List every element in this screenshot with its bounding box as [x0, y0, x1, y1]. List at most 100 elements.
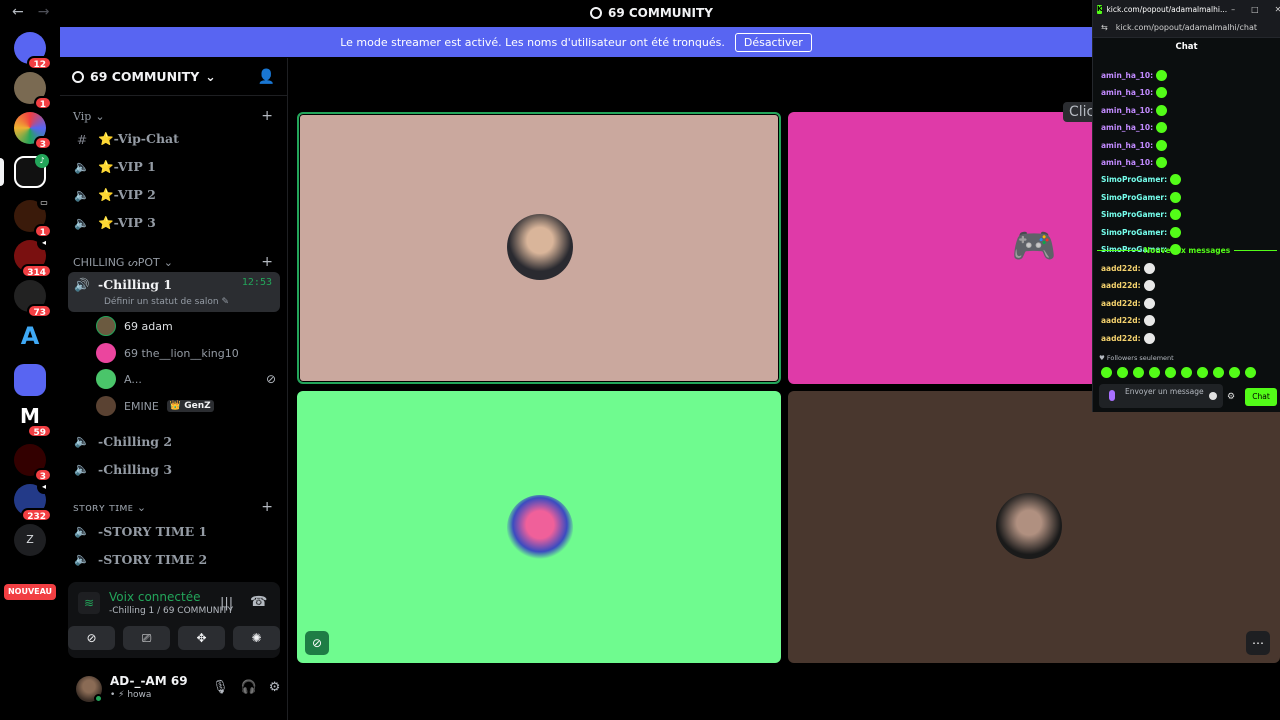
- kick-chat-message[interactable]: aadd22d:: [1101, 297, 1155, 309]
- chat-username[interactable]: amin_ha_10:: [1101, 88, 1153, 97]
- chat-username[interactable]: aadd22d:: [1101, 281, 1141, 290]
- emote-icon[interactable]: [1229, 367, 1240, 378]
- channel-vip-3[interactable]: 🔈 ⭐-VIP 3: [68, 210, 280, 236]
- channel-story-time-1[interactable]: 🔈 -STORY TIME 1: [68, 518, 280, 544]
- video-tile-brown[interactable]: ⋯: [788, 391, 1280, 663]
- add-channel-icon[interactable]: +: [261, 254, 273, 270]
- add-channel-icon[interactable]: +: [261, 499, 273, 515]
- category-vip[interactable]: Vip ⌄ +: [73, 108, 273, 124]
- activities-button[interactable]: ✥: [178, 626, 225, 650]
- chat-username[interactable]: amin_ha_10:: [1101, 141, 1153, 150]
- category-story-time[interactable]: ꜱᴛᴏʀʏ ᴛɪᴍᴇ ⌄ +: [73, 499, 273, 515]
- server-icon-5[interactable]: ◂ 314: [14, 236, 52, 278]
- disable-streamer-mode-button[interactable]: Désactiver: [734, 32, 812, 52]
- server-icon-2[interactable]: 3: [14, 112, 52, 150]
- send-chat-button[interactable]: Chat: [1245, 388, 1277, 406]
- kick-chat-message[interactable]: SimoProGamer:: [1101, 209, 1182, 221]
- channel-vip-chat[interactable]: # ⭐-Vip-Chat: [68, 126, 280, 152]
- camera-off-button[interactable]: ⊘: [68, 626, 115, 650]
- chat-username[interactable]: SimoProGamer:: [1101, 228, 1167, 237]
- kick-chat-message[interactable]: aadd22d:: [1101, 263, 1155, 274]
- server-icon-69-community[interactable]: ♪: [14, 154, 49, 188]
- voice-status-channel[interactable]: -Chilling 1 / 69 COMMUNITY: [109, 606, 233, 616]
- chat-username[interactable]: SimoProGamer:: [1101, 210, 1167, 219]
- server-icon-4[interactable]: ▭ 1: [14, 196, 52, 238]
- kick-url-bar[interactable]: ⇆ kick.com/popout/adamalmalhi/chat: [1093, 18, 1280, 38]
- voice-member[interactable]: EMINE 👑 GenZ: [96, 395, 276, 417]
- emote-icon[interactable]: [1213, 367, 1224, 378]
- kick-chat-message[interactable]: aadd22d:: [1101, 315, 1155, 327]
- voice-status-title[interactable]: Voix connectée: [109, 590, 200, 604]
- kick-chat-message[interactable]: amin_ha_10:: [1101, 87, 1168, 99]
- emote-icon[interactable]: [1181, 367, 1192, 378]
- chat-username[interactable]: amin_ha_10:: [1101, 158, 1153, 167]
- microphone-icon[interactable]: 🎙: [212, 680, 229, 695]
- kick-chat-message[interactable]: amin_ha_10:: [1101, 104, 1168, 116]
- chat-username[interactable]: amin_ha_10:: [1101, 71, 1153, 80]
- kick-chat-message[interactable]: amin_ha_10:: [1101, 122, 1168, 134]
- channel-chilling-1[interactable]: 🔊 -Chilling 1 12:53 Définir un statut de…: [68, 272, 280, 312]
- video-tile-speaking[interactable]: [297, 112, 781, 384]
- server-icon-6[interactable]: 73: [14, 280, 52, 318]
- kick-chat-message[interactable]: aadd22d:: [1101, 332, 1155, 344]
- voice-member[interactable]: 69 adam: [96, 315, 276, 337]
- add-channel-icon[interactable]: +: [261, 108, 273, 124]
- channel-chilling-3[interactable]: 🔈 -Chilling 3: [68, 456, 280, 482]
- kick-chat-message[interactable]: SimoProGamer:: [1101, 226, 1182, 238]
- emoji-picker-icon[interactable]: [1209, 392, 1217, 400]
- kick-chat-message[interactable]: amin_ha_10:: [1101, 70, 1168, 81]
- invite-user-icon[interactable]: 👤: [258, 69, 275, 85]
- guild-header[interactable]: 69 COMMUNITY ⌄ 👤: [60, 58, 287, 96]
- server-icon-8[interactable]: 3: [14, 444, 52, 482]
- server-icon-1[interactable]: 1: [14, 72, 52, 110]
- minimize-icon[interactable]: –: [1231, 5, 1235, 14]
- forward-arrow-icon[interactable]: →: [38, 4, 50, 20]
- folder-icon[interactable]: [14, 364, 46, 396]
- channel-story-time-2[interactable]: 🔈 -STORY TIME 2: [68, 546, 280, 572]
- chat-username[interactable]: amin_ha_10:: [1101, 123, 1153, 132]
- server-icon-9[interactable]: ◂ 232: [14, 480, 52, 522]
- emote-icon[interactable]: [1117, 367, 1128, 378]
- emote-icon[interactable]: [1165, 367, 1176, 378]
- emote-icon[interactable]: [1149, 367, 1160, 378]
- emote-icon[interactable]: [1197, 367, 1208, 378]
- kick-chat-message[interactable]: amin_ha_10:: [1101, 157, 1168, 168]
- chat-username[interactable]: SimoProGamer:: [1101, 193, 1167, 202]
- soundboard-button[interactable]: ✺: [233, 626, 280, 650]
- user-name[interactable]: AD-_-AM 69: [110, 674, 188, 688]
- chat-username[interactable]: aadd22d:: [1101, 299, 1141, 308]
- maximize-icon[interactable]: □: [1251, 5, 1259, 14]
- gear-icon[interactable]: ⚙: [1227, 392, 1235, 402]
- site-settings-icon[interactable]: ⇆: [1101, 23, 1108, 32]
- kick-chat-message[interactable]: SimoProGamer:: [1101, 174, 1182, 186]
- server-icon-a[interactable]: A: [14, 320, 46, 352]
- server-icon-z[interactable]: Z: [14, 524, 46, 556]
- more-options-icon[interactable]: ⋯: [1246, 631, 1270, 655]
- emote-icon[interactable]: [1101, 367, 1112, 378]
- signal-icon[interactable]: ≋: [78, 592, 100, 614]
- kick-chat-message[interactable]: aadd22d:: [1101, 280, 1155, 292]
- disconnect-icon[interactable]: ☎: [250, 594, 267, 610]
- emote-icon[interactable]: [1133, 367, 1144, 378]
- chat-username[interactable]: SimoProGamer:: [1101, 175, 1167, 184]
- back-arrow-icon[interactable]: ←: [12, 4, 24, 20]
- voice-member[interactable]: A... ⊘: [96, 368, 276, 390]
- close-icon[interactable]: ✕: [1275, 5, 1280, 14]
- screen-share-button[interactable]: ⎚: [123, 626, 170, 650]
- kick-chat-message[interactable]: SimoProGamer:: [1101, 191, 1182, 203]
- home-discord-icon[interactable]: 12: [14, 32, 52, 70]
- noise-suppression-icon[interactable]: |||: [220, 596, 233, 611]
- chat-username[interactable]: aadd22d:: [1101, 264, 1141, 273]
- emote-icon[interactable]: [1245, 367, 1256, 378]
- kick-message-input[interactable]: Envoyer un message: [1099, 384, 1223, 408]
- channel-vip-2[interactable]: 🔈 ⭐-VIP 2: [68, 182, 280, 208]
- set-channel-status[interactable]: Définir un statut de salon ✎: [104, 297, 229, 307]
- chat-username[interactable]: aadd22d:: [1101, 334, 1141, 343]
- channel-chilling-2[interactable]: 🔈 -Chilling 2: [68, 428, 280, 454]
- channel-vip-1[interactable]: 🔈 ⭐-VIP 1: [68, 154, 280, 180]
- chat-username[interactable]: aadd22d:: [1101, 316, 1141, 325]
- category-chilling[interactable]: CHILLING ᔕPOT ⌄ +: [73, 254, 273, 270]
- kick-chat-message[interactable]: amin_ha_10:: [1101, 139, 1168, 151]
- server-icon-m[interactable]: M 59: [14, 400, 52, 438]
- voice-member[interactable]: 69 the__lion__king10: [96, 342, 276, 364]
